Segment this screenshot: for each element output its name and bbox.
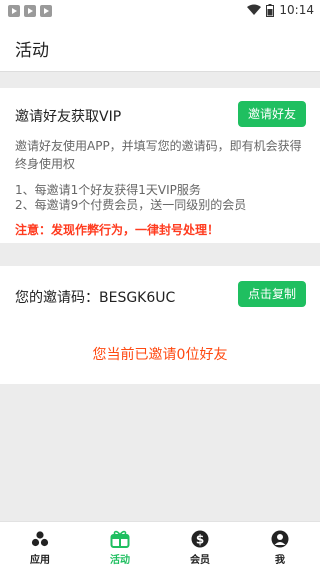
invite-friends-button[interactable]: 邀请好友 <box>238 101 306 127</box>
page-title: 活动 <box>15 41 49 61</box>
notification-app-icon <box>40 5 52 17</box>
battery-icon <box>266 3 275 17</box>
nav-label: 会员 <box>190 555 210 566</box>
status-bar: 10:14 <box>0 0 320 24</box>
notification-app-icon <box>24 5 36 17</box>
system-status: 10:14 <box>247 3 314 17</box>
invite-code-label: 您的邀请码：BESGK6UC <box>15 290 176 306</box>
copy-code-button[interactable]: 点击复制 <box>238 281 306 307</box>
rule-item: 2、每邀请9个付费会员，送一同级别的会员 <box>15 198 247 212</box>
notification-icons <box>8 4 52 18</box>
bottom-nav: 应用 活动 $ 会员 我 <box>0 521 320 570</box>
cheating-warning: 注意：发现作弊行为，一律封号处理！ <box>15 223 220 237</box>
dollar-icon: $ <box>191 530 209 548</box>
apps-icon <box>31 531 49 547</box>
nav-label: 活动 <box>110 555 130 566</box>
app-bar: 活动 <box>0 24 320 72</box>
invited-count-text: 您当前已邀请0位好友 <box>92 347 228 363</box>
svg-text:$: $ <box>196 532 204 546</box>
nav-item-activity[interactable]: 活动 <box>80 522 160 570</box>
person-icon <box>271 530 289 548</box>
invite-title: 邀请好友获取VIP <box>15 109 122 125</box>
nav-item-membership[interactable]: $ 会员 <box>160 522 240 570</box>
wifi-icon <box>247 4 262 15</box>
nav-label: 应用 <box>30 555 50 566</box>
nav-item-apps[interactable]: 应用 <box>0 522 80 570</box>
notification-app-icon <box>8 5 20 17</box>
gift-icon <box>110 530 130 548</box>
invite-description: 邀请好友使用APP，并填写您的邀请码，即有机会获得终身使用权 <box>15 139 302 171</box>
status-time: 10:14 <box>279 3 314 17</box>
nav-item-me[interactable]: 我 <box>240 522 320 570</box>
nav-label: 我 <box>275 555 285 566</box>
